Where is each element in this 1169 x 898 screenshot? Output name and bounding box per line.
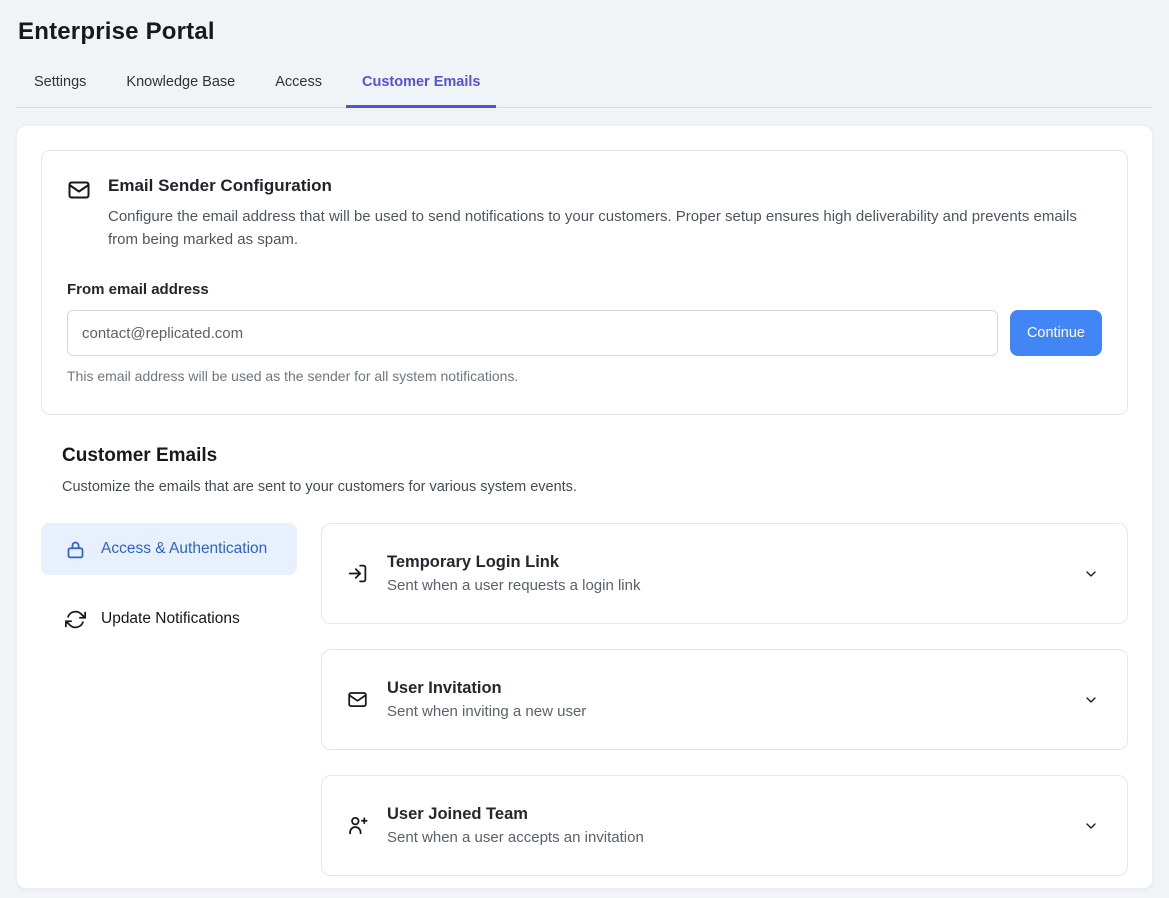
mail-icon bbox=[67, 178, 91, 251]
customer-emails-heading: Customer Emails bbox=[62, 445, 1128, 467]
tab-access[interactable]: Access bbox=[259, 68, 338, 108]
tab-settings[interactable]: Settings bbox=[18, 68, 102, 108]
email-helper-text: This email address will be used as the s… bbox=[67, 368, 1102, 384]
chevron-down-icon[interactable] bbox=[1083, 818, 1099, 834]
email-category-list: Access & Authentication Update Notificat… bbox=[41, 523, 297, 876]
customer-emails-description: Customize the emails that are sent to yo… bbox=[62, 479, 1128, 495]
mail-icon bbox=[347, 689, 367, 710]
continue-button[interactable]: Continue bbox=[1010, 310, 1102, 356]
email-card-subtitle: Sent when a user requests a login link bbox=[387, 577, 1071, 594]
category-label: Access & Authentication bbox=[101, 537, 267, 561]
email-card-title: Temporary Login Link bbox=[387, 553, 1071, 572]
email-card-subtitle: Sent when inviting a new user bbox=[387, 703, 1071, 720]
email-card-title: User Invitation bbox=[387, 679, 1071, 698]
sender-card-title: Email Sender Configuration bbox=[108, 176, 1093, 196]
tab-bar: Settings Knowledge Base Access Customer … bbox=[16, 68, 1152, 108]
from-email-input[interactable] bbox=[67, 310, 998, 356]
from-email-label: From email address bbox=[67, 281, 1102, 298]
page-title: Enterprise Portal bbox=[18, 18, 1153, 46]
email-template-list: Temporary Login Link Sent when a user re… bbox=[321, 523, 1128, 876]
tab-customer-emails[interactable]: Customer Emails bbox=[346, 68, 496, 108]
main-panel: Email Sender Configuration Configure the… bbox=[16, 125, 1153, 889]
user-plus-icon bbox=[347, 815, 367, 836]
login-icon bbox=[347, 563, 367, 584]
chevron-down-icon[interactable] bbox=[1083, 566, 1099, 582]
email-card-temporary-login-link[interactable]: Temporary Login Link Sent when a user re… bbox=[321, 523, 1128, 624]
email-card-title: User Joined Team bbox=[387, 805, 1071, 824]
email-card-user-invitation[interactable]: User Invitation Sent when inviting a new… bbox=[321, 649, 1128, 750]
email-card-user-joined-team[interactable]: User Joined Team Sent when a user accept… bbox=[321, 775, 1128, 876]
tab-knowledge-base[interactable]: Knowledge Base bbox=[110, 68, 251, 108]
sender-card-description: Configure the email address that will be… bbox=[108, 205, 1093, 251]
category-update-notifications[interactable]: Update Notifications bbox=[41, 593, 297, 645]
category-access-authentication[interactable]: Access & Authentication bbox=[41, 523, 297, 575]
chevron-down-icon[interactable] bbox=[1083, 692, 1099, 708]
lock-icon bbox=[65, 539, 86, 560]
email-sender-card: Email Sender Configuration Configure the… bbox=[41, 150, 1128, 415]
refresh-icon bbox=[65, 609, 86, 630]
category-label: Update Notifications bbox=[101, 607, 240, 631]
email-card-subtitle: Sent when a user accepts an invitation bbox=[387, 829, 1071, 846]
enterprise-portal-page: Enterprise Portal Settings Knowledge Bas… bbox=[0, 0, 1169, 889]
